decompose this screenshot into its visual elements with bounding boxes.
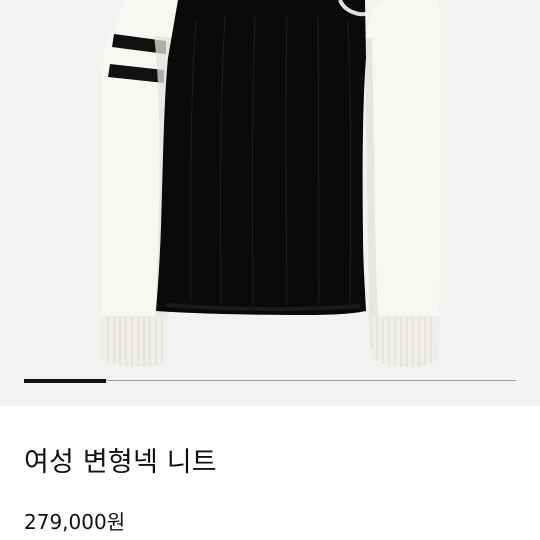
product-title: 여성 변형넥 니트 bbox=[24, 447, 217, 478]
carousel-active-indicator[interactable] bbox=[24, 379, 106, 383]
product-photo[interactable] bbox=[0, 0, 540, 406]
knit-body bbox=[156, 0, 366, 315]
product-price: 279,000원 bbox=[24, 510, 126, 534]
product-image-area[interactable] bbox=[0, 0, 540, 406]
right-cuff bbox=[371, 316, 439, 368]
left-cuff bbox=[101, 316, 167, 368]
